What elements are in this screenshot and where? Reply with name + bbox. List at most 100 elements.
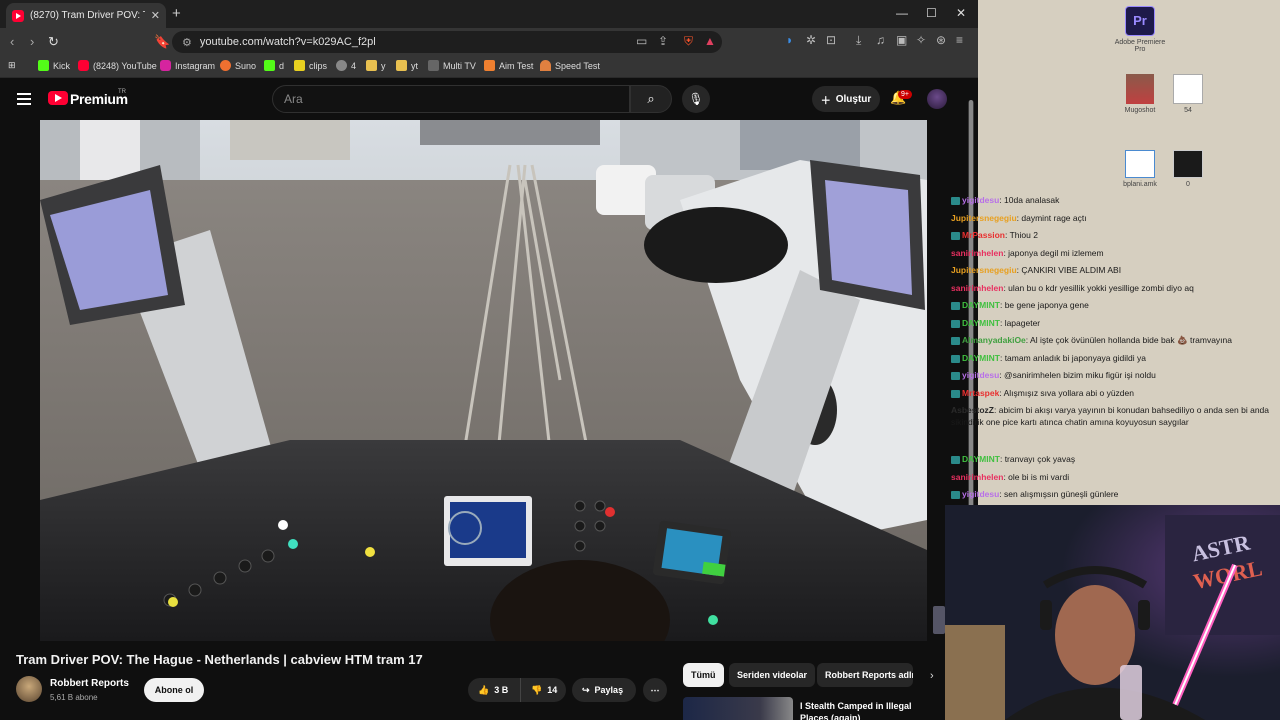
bookmark-multitv[interactable]: Multi TV [428, 60, 476, 71]
address-text: youtube.com/watch?v=k029AC_f2pl [199, 36, 376, 48]
chat-badge-icon [951, 371, 960, 380]
screenshot-icon[interactable]: ⊡ [826, 33, 836, 47]
video-title: Tram Driver POV: The Hague - Netherlands… [16, 652, 423, 667]
new-tab-icon[interactable]: + [172, 5, 181, 22]
tab-youtube[interactable]: (8270) Tram Driver POV: The Hag ✕ [6, 3, 166, 28]
chat-badge-icon [951, 196, 960, 205]
audio-extension-icon[interactable]: ◗ [786, 33, 793, 47]
brave-shield-icon[interactable]: ⛨ [684, 34, 693, 49]
recommended-video-title[interactable]: I Stealth Camped in Illegal Places (agai… [800, 700, 925, 720]
chat-badge-icon [951, 336, 960, 345]
chat-message: DAYMINT: tamam anladık bi japonyaya gidi… [951, 352, 1276, 364]
music-icon[interactable]: ♫ [876, 33, 885, 47]
browser-window: (8270) Tram Driver POV: The Hag ✕ + — ☐ … [0, 0, 978, 720]
bookmark-youtube[interactable]: (8248) YouTube [78, 60, 157, 71]
extensions-icon[interactable]: ✲ [806, 33, 816, 47]
bookmark-icon[interactable]: 🔖 [154, 34, 170, 50]
album-0-shortcut[interactable]: 0 [1158, 150, 1218, 188]
bookmarks-bar: ⊞ Kick (8248) YouTube Instagram Suno d c… [0, 56, 978, 78]
chat-message: yigitdesu: 10da analasak [951, 194, 1276, 206]
account-avatar[interactable] [927, 89, 947, 109]
share-icon: ↪ [582, 684, 590, 695]
chip-series[interactable]: Seriden videolar [729, 663, 816, 687]
premiere-pro-shortcut[interactable]: Pr Adobe Premiere Pro [1110, 6, 1170, 53]
share-page-icon[interactable]: ⇪ [658, 34, 668, 48]
youtube-header: Premium TR Ara ⌕ 🎙 ＋ Oluştur 🔔 9+ [0, 78, 978, 120]
chat-message: sanirimhelen: ulan bu o kdr yesillik yok… [951, 283, 1194, 293]
share-button[interactable]: ↪ Paylaş [572, 678, 636, 702]
youtube-favicon-icon [12, 9, 24, 22]
chat-message: DAYMINT: tranvayı çok yavaş [951, 453, 1276, 465]
channel-name[interactable]: Robbert Reports [50, 678, 129, 689]
bookmark-suno[interactable]: Suno [220, 60, 256, 71]
bookmark-kick[interactable]: Kick [38, 60, 70, 71]
mugoshot-image-icon [1126, 74, 1154, 104]
chat-message: yigitdesu: sen alışmışsın güneşli günler… [951, 488, 1276, 500]
watch-image-icon [1173, 74, 1203, 104]
bookmark-d[interactable]: d [264, 60, 284, 71]
chat-badge-icon [951, 319, 960, 328]
chip-channel[interactable]: Robbert Reports adlı [817, 663, 913, 687]
microphone-icon[interactable]: 🎙 [682, 85, 710, 113]
reload-icon[interactable]: ↻ [48, 34, 59, 50]
download-icon[interactable]: ⤓ [856, 33, 861, 48]
site-info-icon[interactable]: ⚙ [182, 36, 192, 49]
search-input[interactable]: Ara [272, 85, 630, 113]
chat-message: sanirimhelen: japonya degil mi izlemem [951, 248, 1104, 258]
brave-rewards-icon[interactable]: ▲ [704, 34, 716, 48]
guide-menu-icon[interactable] [17, 93, 31, 105]
thumbs-down-icon: 👎 [531, 684, 543, 695]
chip-all[interactable]: Tümü [683, 663, 724, 687]
chat-message: Jupitersnegegiu: ÇANKIRI VIBE ALDIM ABI [951, 265, 1122, 275]
chat-message: Jupitersnegegiu: daymint rage açtı [951, 213, 1087, 223]
chat-badge-icon [951, 455, 960, 464]
chat-message: Mrtaspek: Alışmışız sıva yollara abi o y… [951, 387, 1276, 399]
subscribe-button[interactable]: Abone ol [144, 678, 204, 702]
apps-grid-icon[interactable]: ⊞ [8, 60, 16, 71]
bookmark-instagram[interactable]: Instagram [160, 60, 215, 71]
region-code: TR [118, 89, 126, 95]
chat-message: MrPassion: Thiou 2 [951, 229, 1276, 241]
bookmark-speedtest[interactable]: Speed Test [540, 60, 600, 71]
window-close-icon[interactable]: ✕ [956, 6, 966, 20]
bookmark-clips[interactable]: clips [294, 60, 327, 71]
create-button[interactable]: ＋ Oluştur [812, 86, 880, 112]
bookmark-aimtest[interactable]: Aim Test [484, 60, 533, 71]
bookmark-folder-y[interactable]: y [366, 60, 386, 71]
back-icon[interactable]: ‹ [10, 34, 14, 49]
leo-ai-icon[interactable]: ✧ [916, 33, 926, 47]
plus-icon: ＋ [820, 95, 831, 107]
forward-icon[interactable]: › [30, 34, 34, 49]
chat-message: DAYMINT: lapageter [951, 317, 1276, 329]
chevron-right-icon[interactable]: › [930, 670, 934, 682]
menu-icon[interactable]: ≡ [956, 33, 963, 47]
search-icon[interactable]: ⌕ [630, 85, 672, 113]
maximize-icon[interactable]: ☐ [926, 6, 937, 20]
album-cover-icon [1173, 150, 1203, 178]
notification-badge: 9+ [898, 90, 912, 99]
chat-message: sanirimhelen: ole bi is mi vardi [951, 472, 1070, 482]
watch-54-shortcut[interactable]: 54 [1158, 74, 1218, 114]
side-video-thumbnail[interactable] [933, 606, 945, 634]
premiere-pro-icon: Pr [1125, 6, 1155, 36]
vpn-icon[interactable]: ⊛ [936, 33, 946, 47]
channel-avatar[interactable] [16, 676, 42, 702]
like-button[interactable]: 👍 3 B [468, 678, 520, 702]
tab-strip: (8270) Tram Driver POV: The Hag ✕ + — ☐ … [0, 0, 978, 28]
chat-message: yigitdesu: @sanirimhelen bizim miku figü… [951, 369, 1276, 381]
video-player[interactable] [40, 120, 927, 641]
dislike-button[interactable]: 👎 14 [520, 678, 566, 702]
tab-close-icon[interactable]: ✕ [151, 9, 160, 22]
more-actions-button[interactable]: ⋯ [643, 678, 667, 702]
youtube-logo-icon[interactable] [48, 91, 68, 105]
chat-badge-icon [951, 301, 960, 310]
cast-icon[interactable]: ▭ [636, 34, 647, 48]
wallet-icon[interactable]: ▣ [896, 33, 907, 47]
recommended-video-thumbnail[interactable] [683, 697, 793, 720]
bookmark-4[interactable]: 4 [336, 60, 356, 71]
webcam-image: ASTR WORL [945, 505, 1280, 720]
minimize-icon[interactable]: — [896, 6, 908, 20]
thumbs-up-icon: 👍 [478, 684, 490, 695]
chat-badge-icon [951, 490, 960, 499]
bookmark-folder-yt[interactable]: yt [396, 60, 418, 71]
